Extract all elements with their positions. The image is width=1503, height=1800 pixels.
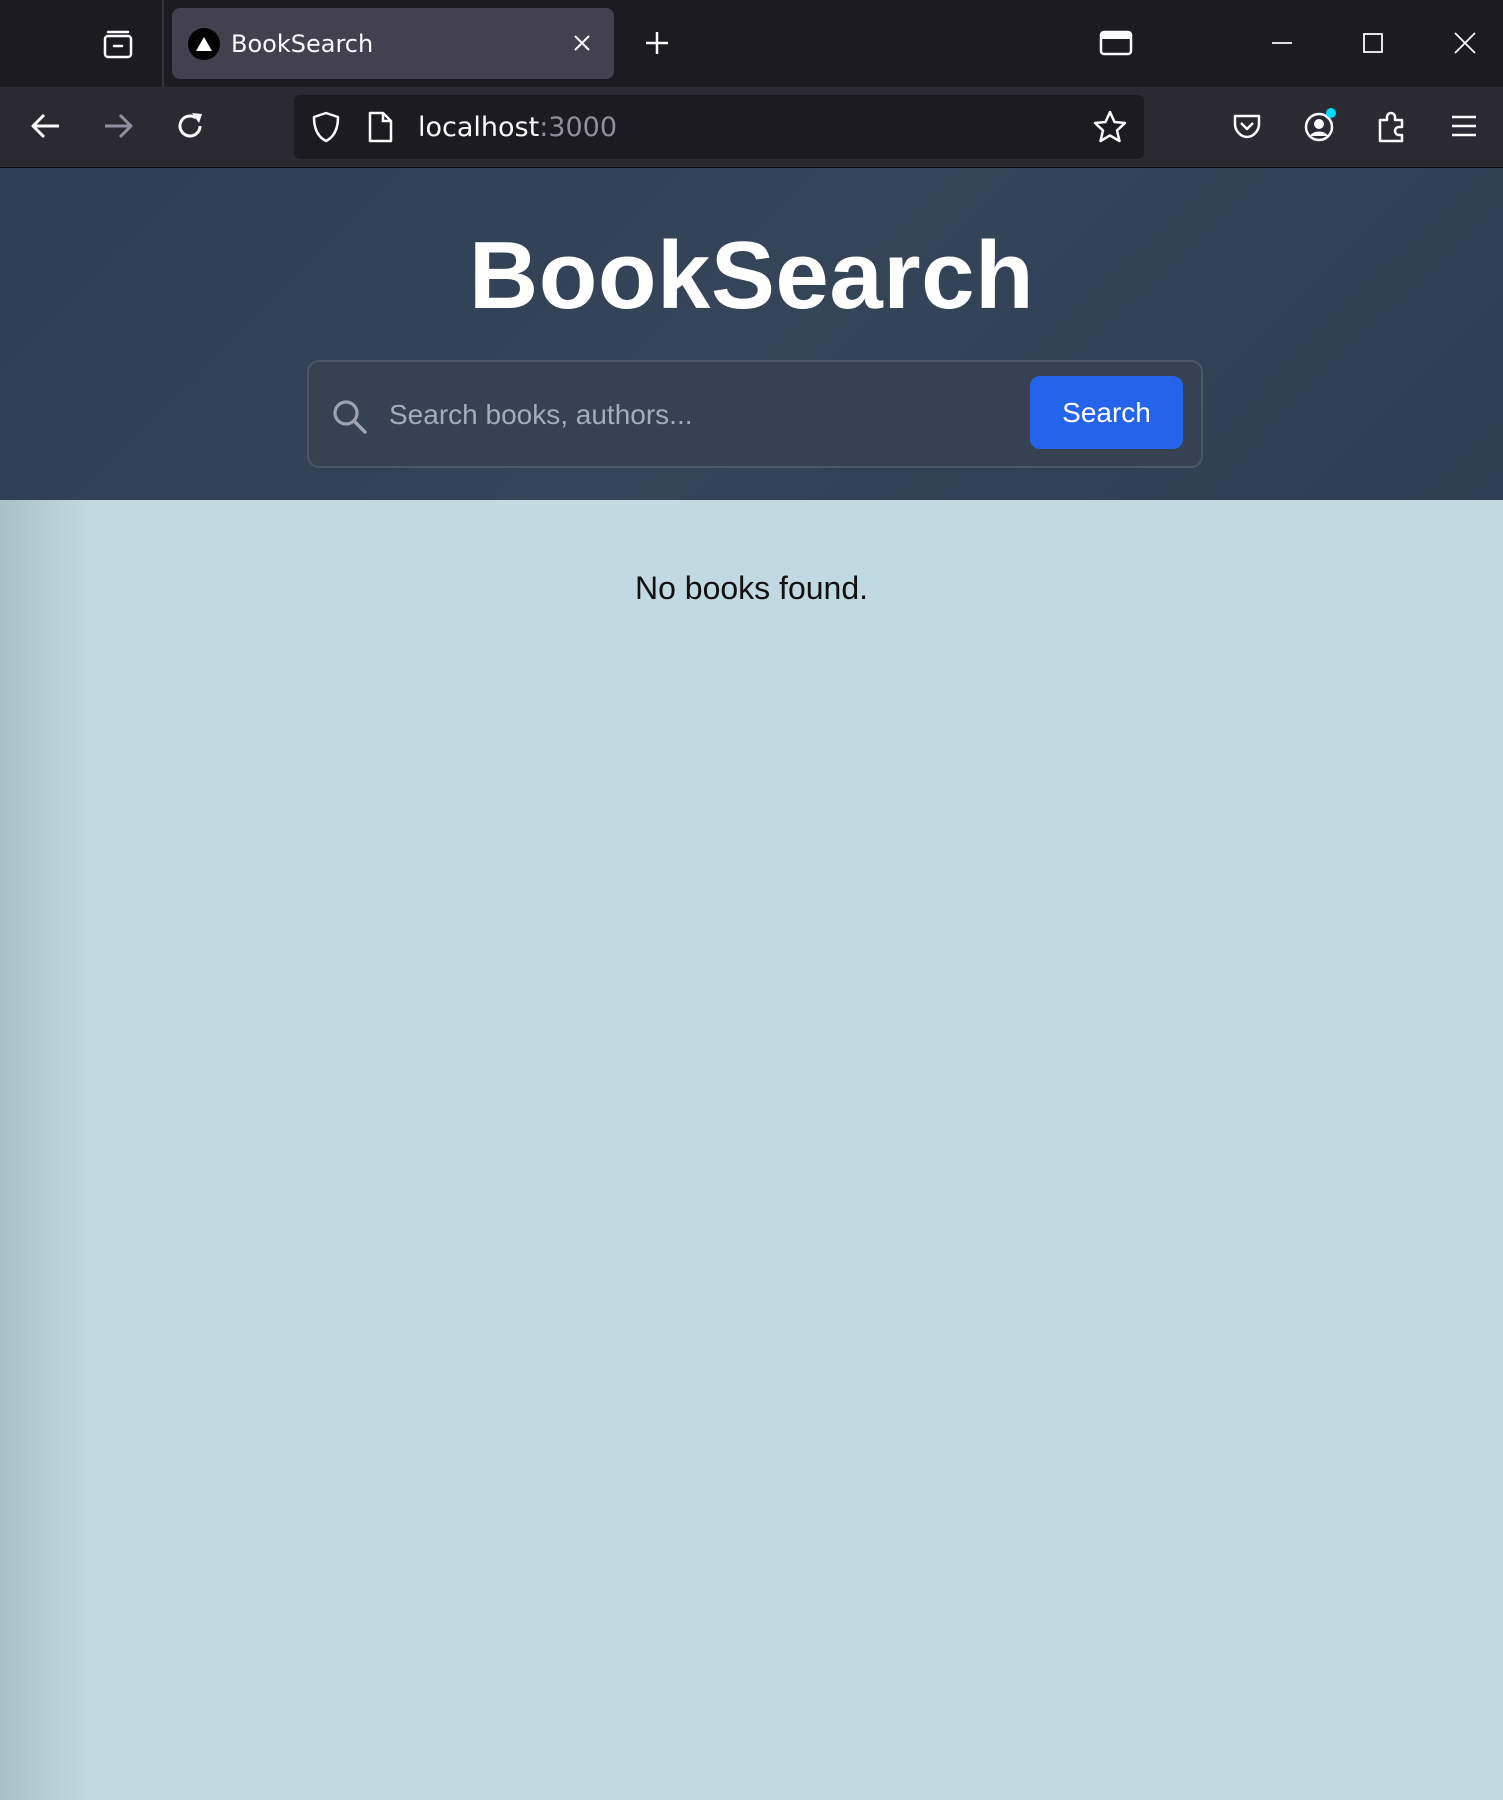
maximize-icon xyxy=(1363,33,1383,53)
account-icon xyxy=(1304,108,1336,142)
empty-results-message: No books found. xyxy=(634,570,869,606)
minimize-button[interactable] xyxy=(1252,16,1312,70)
search-icon xyxy=(333,400,367,434)
search-button[interactable]: Search xyxy=(1030,376,1183,449)
forward-button[interactable] xyxy=(93,101,143,151)
url-text[interactable]: localhost:3000 xyxy=(418,112,617,144)
plus-icon xyxy=(646,32,668,54)
star-icon[interactable] xyxy=(1091,108,1129,146)
back-button[interactable] xyxy=(21,101,71,151)
tab-list-button[interactable] xyxy=(88,16,148,72)
extensions-icon xyxy=(1378,111,1404,143)
hero-header: BookSearch Search xyxy=(0,168,1503,500)
back-icon xyxy=(31,113,59,139)
reload-button[interactable] xyxy=(165,101,215,151)
close-icon xyxy=(574,35,590,51)
menu-button[interactable] xyxy=(1439,101,1489,151)
tab-divider xyxy=(162,0,164,87)
new-tab-button[interactable] xyxy=(636,22,678,64)
navigation-toolbar: localhost:3000 xyxy=(0,87,1503,168)
pocket-button[interactable] xyxy=(1222,101,1272,151)
window-view-button[interactable] xyxy=(1086,16,1146,70)
reload-icon xyxy=(178,113,202,138)
forward-icon xyxy=(105,113,133,139)
page-content: BookSearch Search No books found. xyxy=(0,168,1503,1800)
minimize-icon xyxy=(1272,42,1292,44)
app-logo-icon xyxy=(188,28,220,60)
pocket-icon xyxy=(1233,114,1261,139)
account-button[interactable] xyxy=(1295,101,1345,151)
tab-list-icon xyxy=(103,30,133,59)
extensions-button[interactable] xyxy=(1367,101,1417,151)
page-icon[interactable] xyxy=(364,109,396,145)
url-port: :3000 xyxy=(539,112,618,143)
search-input[interactable] xyxy=(387,386,1007,444)
url-host: localhost xyxy=(418,112,540,143)
menu-icon xyxy=(1452,115,1476,137)
window-close-icon xyxy=(1454,32,1476,54)
shield-icon[interactable] xyxy=(308,109,344,145)
search-form: Search xyxy=(307,360,1203,468)
maximize-button[interactable] xyxy=(1343,16,1403,70)
tab-title: BookSearch xyxy=(231,30,374,58)
window-close-button[interactable] xyxy=(1435,16,1495,70)
page-title: BookSearch xyxy=(468,222,1035,329)
window-icon xyxy=(1099,30,1133,56)
tab-booksearch[interactable]: BookSearch xyxy=(172,8,614,79)
address-bar[interactable]: localhost:3000 xyxy=(294,95,1144,159)
tab-bar: BookSearch xyxy=(0,0,1503,87)
tab-close-button[interactable] xyxy=(565,26,599,60)
